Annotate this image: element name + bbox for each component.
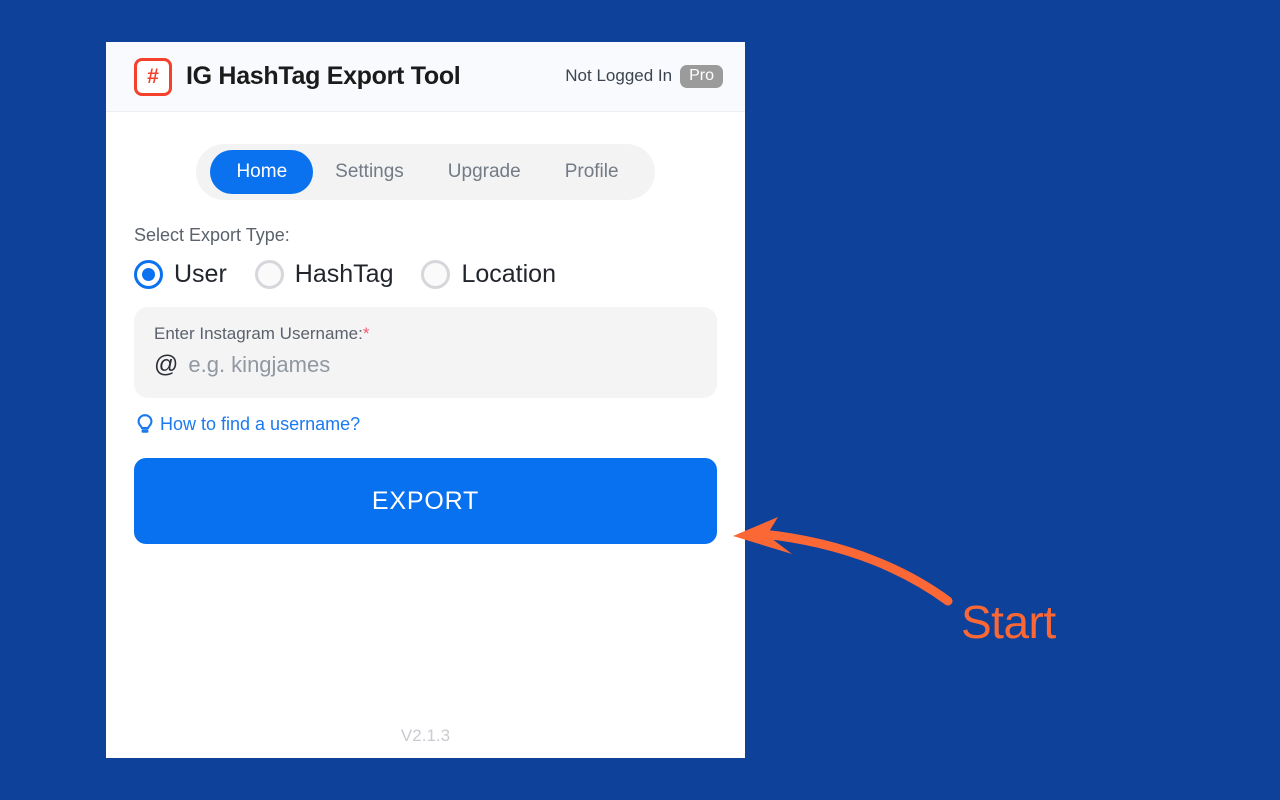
- version-label: V2.1.3: [400, 726, 451, 745]
- curved-arrow-left-icon: [733, 517, 953, 606]
- login-status-text: Not Logged In: [565, 66, 673, 86]
- tab-home[interactable]: Home: [210, 150, 314, 194]
- radio-label-user: User: [174, 260, 227, 288]
- radio-option-hashtag[interactable]: HashTag: [254, 260, 394, 289]
- how-to-find-username-link[interactable]: How to find a username?: [134, 412, 360, 436]
- username-input[interactable]: [188, 352, 697, 378]
- radio-option-location[interactable]: Location: [421, 260, 556, 289]
- app-header: # IG HashTag Export Tool Not Logged In P…: [106, 42, 745, 112]
- at-sign-icon: @: [154, 351, 179, 378]
- tab-bar: Home Settings Upgrade Profile: [196, 144, 655, 200]
- radio-icon-location[interactable]: [421, 260, 451, 289]
- app-window: # IG HashTag Export Tool Not Logged In P…: [106, 42, 745, 758]
- radio-label-hashtag: HashTag: [294, 260, 394, 288]
- radio-label-location: Location: [461, 260, 556, 288]
- app-title: IG HashTag Export Tool: [186, 62, 461, 90]
- username-input-label: Enter Instagram Username:*: [154, 324, 697, 344]
- export-type-label: Select Export Type:: [134, 225, 290, 245]
- hashtag-logo-icon: #: [134, 57, 172, 96]
- header-status-group: Not Logged In Pro: [565, 64, 723, 89]
- tab-profile[interactable]: Profile: [543, 150, 641, 194]
- lightbulb-icon: [134, 412, 156, 436]
- radio-option-user[interactable]: User: [134, 260, 227, 289]
- username-input-line: @: [154, 352, 697, 378]
- how-to-find-username-text: How to find a username?: [160, 413, 361, 434]
- export-type-radio-group: User HashTag Location: [134, 260, 717, 289]
- pro-badge[interactable]: Pro: [680, 64, 723, 89]
- tab-settings[interactable]: Settings: [313, 150, 426, 194]
- username-label-text: Enter Instagram Username:: [154, 324, 363, 343]
- tab-upgrade[interactable]: Upgrade: [426, 150, 543, 194]
- app-body: Select Export Type: User HashTag Locatio…: [106, 200, 745, 758]
- tab-bar-container: Home Settings Upgrade Profile: [106, 144, 745, 200]
- logo-hash-glyph: #: [147, 65, 159, 88]
- required-asterisk: *: [362, 324, 370, 343]
- radio-icon-user[interactable]: [134, 260, 163, 289]
- export-button[interactable]: EXPORT: [134, 458, 717, 544]
- annotation-start-label: Start: [961, 596, 1056, 648]
- radio-icon-hashtag[interactable]: [254, 260, 284, 289]
- username-input-block: Enter Instagram Username:* @: [134, 307, 717, 398]
